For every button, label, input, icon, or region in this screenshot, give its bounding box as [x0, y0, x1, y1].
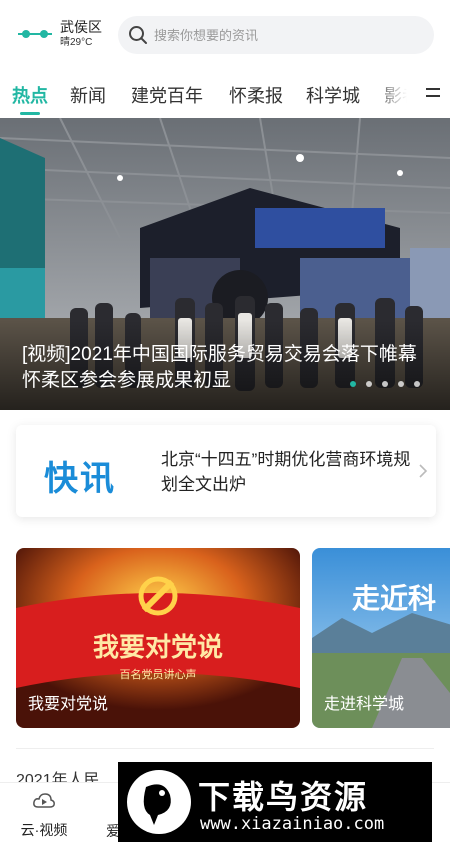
- flash-news-text[interactable]: 北京“十四五”时期优化营商环境规划全文出炉: [161, 447, 416, 497]
- flash-news-card[interactable]: 快讯 北京“十四五”时期优化营商环境规划全文出炉: [16, 425, 436, 517]
- tab-science-city[interactable]: 科学城: [306, 82, 360, 108]
- tab-hot[interactable]: 热点: [12, 82, 48, 108]
- cloud-video-icon: [33, 793, 55, 808]
- bird-logo-icon: [127, 770, 191, 834]
- party-card-art-text: 我要对党说: [93, 633, 223, 662]
- carousel-dot[interactable]: [350, 381, 356, 387]
- tab-fade: [372, 72, 422, 118]
- feature-card-science-city[interactable]: 走近科 走进科学城: [312, 548, 450, 728]
- carousel-dot[interactable]: [382, 381, 388, 387]
- watermark-title: 下载鸟资源: [198, 779, 369, 815]
- search-bar[interactable]: [118, 16, 434, 54]
- carousel-dot[interactable]: [366, 381, 372, 387]
- tab-huairou-paper[interactable]: 怀柔报: [229, 82, 283, 108]
- nav-video[interactable]: 云·视频: [14, 791, 74, 840]
- tab-active-indicator: [20, 112, 40, 115]
- search-icon: [129, 26, 147, 44]
- channel-tabs: 热点 新闻 建党百年 怀柔报 科学城 影者: [0, 72, 450, 118]
- divider: [16, 748, 434, 749]
- watermark: 下载鸟资源 www.xiazainiao.com: [118, 762, 432, 842]
- nav-video-label: 云·视频: [20, 822, 68, 838]
- party-card-art-sub: 百名党员讲心声: [120, 667, 197, 681]
- tab-party-centenary[interactable]: 建党百年: [131, 82, 203, 108]
- carousel-dots: [350, 381, 420, 387]
- header: 武侯区 晴29°C: [0, 0, 450, 70]
- chevron-right-icon[interactable]: [418, 463, 428, 479]
- search-input[interactable]: [154, 27, 424, 43]
- feature-card-party[interactable]: 我要对党说 百名党员讲心声 我要对党说: [16, 548, 300, 728]
- location-weather[interactable]: 武侯区 晴29°C: [60, 18, 102, 50]
- location-label: 武侯区: [60, 19, 102, 35]
- watermark-url: www.xiazainiao.com: [200, 814, 385, 834]
- card-label: 走进科学城: [324, 696, 405, 713]
- app-logo-icon: [18, 30, 52, 38]
- carousel-dot[interactable]: [398, 381, 404, 387]
- carousel-dot[interactable]: [414, 381, 420, 387]
- card-label: 我要对党说: [28, 696, 109, 713]
- channel-menu-icon[interactable]: [425, 86, 441, 100]
- science-card-art-text: 走近科: [352, 583, 436, 615]
- flash-news-logo: 快讯: [44, 460, 116, 498]
- tab-news[interactable]: 新闻: [70, 82, 106, 108]
- weather-label: 晴29°C: [60, 37, 93, 48]
